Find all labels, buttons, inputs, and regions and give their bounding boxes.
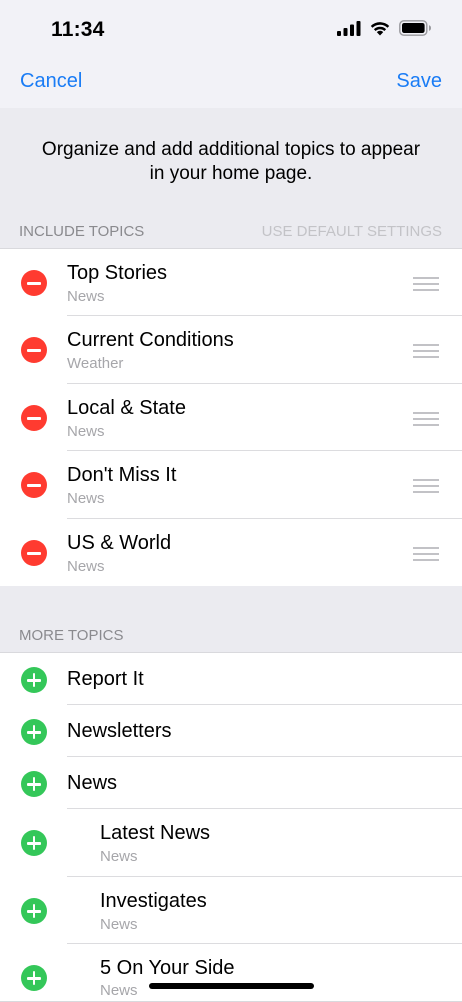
navigation-bar: Cancel Save [0, 56, 462, 108]
row-title: Don't Miss It [67, 464, 177, 486]
reorder-handle-icon[interactable] [413, 277, 439, 291]
cellular-signal-icon [337, 21, 361, 36]
remove-icon[interactable] [21, 270, 47, 296]
more-topics-list: Report It Newsletters News Latest News N… [0, 652, 462, 1002]
row-subtitle: News [67, 288, 105, 305]
intro-panel: Organize and add additional topics to ap… [0, 108, 462, 206]
row-title: Local & State [67, 397, 186, 419]
more-topics-header: MORE TOPICS [0, 586, 462, 652]
row-subtitle: News [67, 558, 105, 575]
status-icons [337, 20, 432, 36]
include-row-us-world[interactable]: US & World News [0, 519, 462, 586]
row-subtitle: News [67, 490, 105, 507]
more-row-newsletters[interactable]: Newsletters [0, 705, 462, 757]
add-icon[interactable] [21, 830, 47, 856]
include-topics-label: INCLUDE TOPICS [19, 223, 145, 240]
include-row-top-stories[interactable]: Top Stories News [0, 249, 462, 316]
cancel-button[interactable]: Cancel [20, 70, 82, 93]
wifi-icon [370, 22, 390, 36]
row-title: Newsletters [67, 720, 172, 742]
remove-icon[interactable] [21, 405, 47, 431]
add-icon[interactable] [21, 667, 47, 693]
row-title: US & World [67, 532, 172, 554]
reorder-handle-icon[interactable] [413, 479, 439, 493]
row-subtitle: News [100, 982, 138, 999]
reorder-handle-icon[interactable] [413, 344, 439, 358]
add-icon[interactable] [21, 898, 47, 924]
row-title: 5 On Your Side [100, 957, 235, 979]
intro-line-1: Organize and add additional topics to ap… [41, 139, 421, 160]
add-icon[interactable] [21, 719, 47, 745]
status-bar: 11:34 [0, 0, 462, 56]
row-title: News [67, 772, 118, 794]
remove-icon[interactable] [21, 540, 47, 566]
intro-line-2: in your home page. [149, 163, 313, 184]
status-time: 11:34 [51, 18, 105, 41]
row-title: Top Stories [67, 262, 168, 284]
row-title: Latest News [100, 822, 211, 844]
battery-icon [399, 20, 431, 36]
row-subtitle: News [100, 848, 138, 865]
row-subtitle: News [100, 916, 138, 933]
include-topics-header: INCLUDE TOPICS USE DEFAULT SETTINGS [0, 206, 462, 248]
row-title: Investigates [100, 890, 207, 912]
row-subtitle: Weather [67, 355, 124, 372]
reorder-handle-icon[interactable] [413, 547, 439, 561]
include-row-current-conditions[interactable]: Current Conditions Weather [0, 316, 462, 384]
use-default-settings-button[interactable]: USE DEFAULT SETTINGS [262, 223, 442, 240]
add-icon[interactable] [21, 965, 47, 991]
include-row-dont-miss-it[interactable]: Don't Miss It News [0, 451, 462, 519]
row-title: Report It [67, 668, 144, 690]
more-row-investigates[interactable]: Investigates News [0, 877, 462, 944]
remove-icon[interactable] [21, 472, 47, 498]
home-indicator[interactable] [149, 983, 314, 989]
more-row-5-on-your-side[interactable]: 5 On Your Side News [0, 944, 462, 1001]
more-row-report-it[interactable]: Report It [0, 653, 462, 705]
more-row-latest-news[interactable]: Latest News News [0, 809, 462, 877]
more-row-news[interactable]: News [0, 757, 462, 809]
include-row-local-state[interactable]: Local & State News [0, 384, 462, 451]
more-topics-label: MORE TOPICS [19, 627, 124, 644]
intro-text: Organize and add additional topics to ap… [20, 138, 442, 186]
row-subtitle: News [67, 423, 105, 440]
remove-icon[interactable] [21, 337, 47, 363]
reorder-handle-icon[interactable] [413, 412, 439, 426]
add-icon[interactable] [21, 771, 47, 797]
include-topics-list: Top Stories News Current Conditions Weat… [0, 248, 462, 587]
row-title: Current Conditions [67, 329, 234, 351]
save-button[interactable]: Save [396, 70, 442, 93]
